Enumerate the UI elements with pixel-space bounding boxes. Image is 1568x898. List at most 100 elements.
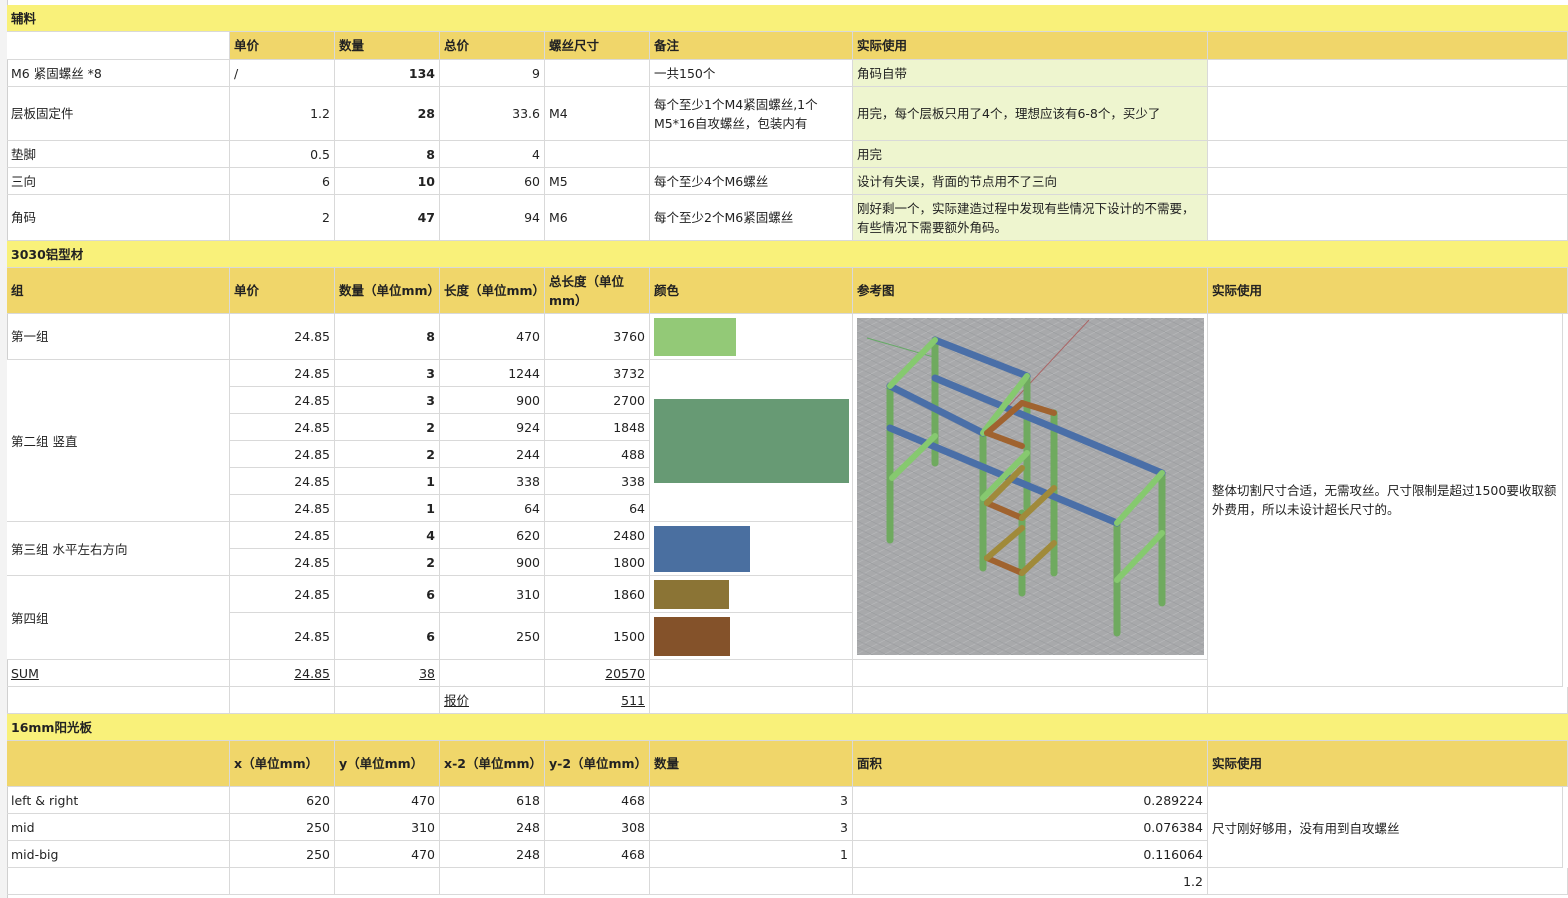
cell-length[interactable]: 900 [440,549,545,576]
section-title[interactable]: 3030铝型材 [7,241,1568,268]
cell-length[interactable]: 924 [440,414,545,441]
quote-value[interactable]: 511 [545,687,650,714]
cell-length[interactable]: 310 [440,576,545,613]
cell-price[interactable]: 24.85 [230,414,335,441]
cell-empty[interactable] [1208,87,1568,141]
cell-total-length[interactable]: 3760 [545,314,650,360]
cell-qty[interactable]: 6 [335,576,440,613]
cell-qty[interactable]: 28 [335,87,440,141]
header-cell[interactable]: 实际使用 [1208,268,1568,314]
header-cell[interactable]: x（单位mm） [230,741,335,787]
cell-size[interactable]: M5 [545,168,650,195]
cell-y2[interactable]: 308 [545,814,650,841]
cell-price[interactable]: 24.85 [230,522,335,549]
cell-x2[interactable]: 248 [440,841,545,868]
cell-price[interactable]: 24.85 [230,468,335,495]
cell-qty[interactable]: 3 [335,360,440,387]
cell-total-length[interactable]: 488 [545,441,650,468]
cell-note[interactable]: 每个至少1个M4紧固螺丝,1个M5*16自攻螺丝，包装内有 [650,87,853,141]
header-cell[interactable]: 参考图 [853,268,1208,314]
cell-name[interactable]: 三向 [7,168,230,195]
header-cell[interactable]: 单价 [230,32,335,60]
group-label[interactable]: 第三组 水平左右方向 [7,522,230,576]
cell-name[interactable]: left & right [7,787,230,814]
cell-area[interactable]: 0.076384 [853,814,1208,841]
cell-total-length[interactable]: 338 [545,468,650,495]
header-cell[interactable]: 备注 [650,32,853,60]
cell-name[interactable]: M6 紧固螺丝 *8 [7,60,230,87]
quote-label[interactable]: 报价 [440,687,545,714]
cell-qty[interactable]: 4 [335,522,440,549]
section-title[interactable]: 16mm阳光板 [7,714,1568,741]
cell-total-length[interactable]: 1848 [545,414,650,441]
sum-qty[interactable]: 38 [335,660,440,687]
cell-x2[interactable]: 248 [440,814,545,841]
cell-y2[interactable]: 468 [545,787,650,814]
cell-length[interactable]: 244 [440,441,545,468]
cell-size[interactable] [545,141,650,168]
cell-price[interactable]: 24.85 [230,613,335,660]
cell-price[interactable]: 24.85 [230,576,335,613]
cell-qty[interactable]: 10 [335,168,440,195]
cell-usage[interactable]: 用完 [853,141,1208,168]
cell-length[interactable]: 64 [440,495,545,522]
cell-price[interactable]: / [230,60,335,87]
cell-length[interactable]: 1244 [440,360,545,387]
cell-total[interactable]: 4 [440,141,545,168]
section-title[interactable]: 辅料 [7,5,1568,32]
header-cell[interactable]: 数量 [650,741,853,787]
header-cell[interactable]: 螺丝尺寸 [545,32,650,60]
cell-price[interactable]: 24.85 [230,387,335,414]
cell-empty[interactable] [1208,60,1568,87]
cell-total[interactable]: 33.6 [440,87,545,141]
cell-empty[interactable] [1208,195,1568,241]
cell-name[interactable]: 垫脚 [7,141,230,168]
cell-qty[interactable]: 134 [335,60,440,87]
cell-x[interactable]: 250 [230,814,335,841]
cell-x[interactable]: 620 [230,787,335,814]
cell-price[interactable]: 24.85 [230,314,335,360]
cell-qty[interactable]: 2 [335,549,440,576]
cell-qty[interactable]: 8 [335,141,440,168]
cell-length[interactable]: 900 [440,387,545,414]
header-cell[interactable]: 实际使用 [853,32,1208,60]
cell-qty[interactable]: 8 [335,314,440,360]
cell-total-length[interactable]: 1800 [545,549,650,576]
cell-name[interactable]: mid [7,814,230,841]
cell-length[interactable]: 470 [440,314,545,360]
cell-price[interactable]: 6 [230,168,335,195]
header-cell[interactable] [7,741,230,787]
cell-qty[interactable]: 2 [335,441,440,468]
cell-note[interactable]: 一共150个 [650,60,853,87]
cell-qty[interactable]: 3 [650,814,853,841]
cell-total-length[interactable]: 2700 [545,387,650,414]
header-cell[interactable]: 单价 [230,268,335,314]
cell-price[interactable]: 24.85 [230,441,335,468]
cell-length[interactable]: 338 [440,468,545,495]
cell-name[interactable]: 角码 [7,195,230,241]
cell-x2[interactable]: 618 [440,787,545,814]
header-cell[interactable]: 颜色 [650,268,853,314]
header-cell[interactable]: x-2（单位mm） [440,741,545,787]
cell-total[interactable]: 9 [440,60,545,87]
sum-total-length[interactable]: 20570 [545,660,650,687]
cell-size[interactable]: M4 [545,87,650,141]
header-cell[interactable]: y（单位mm） [335,741,440,787]
cell-empty[interactable] [1208,141,1568,168]
cell-name[interactable]: 层板固定件 [7,87,230,141]
header-cell[interactable]: 总长度（单位mm） [545,268,650,314]
cell-note[interactable]: 每个至少4个M6螺丝 [650,168,853,195]
cell-price[interactable]: 0.5 [230,141,335,168]
cell-price[interactable]: 1.2 [230,87,335,141]
cell-usage[interactable]: 刚好剩一个，实际建造过程中发现有些情况下设计的不需要，有些情况下需要额外角码。 [853,195,1208,241]
sum-price[interactable]: 24.85 [230,660,335,687]
cell-usage[interactable]: 用完，每个层板只用了4个，理想应该有6-8个，买少了 [853,87,1208,141]
usage-note[interactable]: 整体切割尺寸合适，无需攻丝。尺寸限制是超过1500要收取额外费用，所以未设计超长… [1208,314,1563,687]
cell-total[interactable]: 60 [440,168,545,195]
cell-qty[interactable]: 1 [650,841,853,868]
cell-y[interactable]: 310 [335,814,440,841]
cell-qty[interactable]: 1 [335,468,440,495]
header-cell[interactable]: y-2（单位mm） [545,741,650,787]
cell-name[interactable]: mid-big [7,841,230,868]
header-cell[interactable]: 组 [7,268,230,314]
